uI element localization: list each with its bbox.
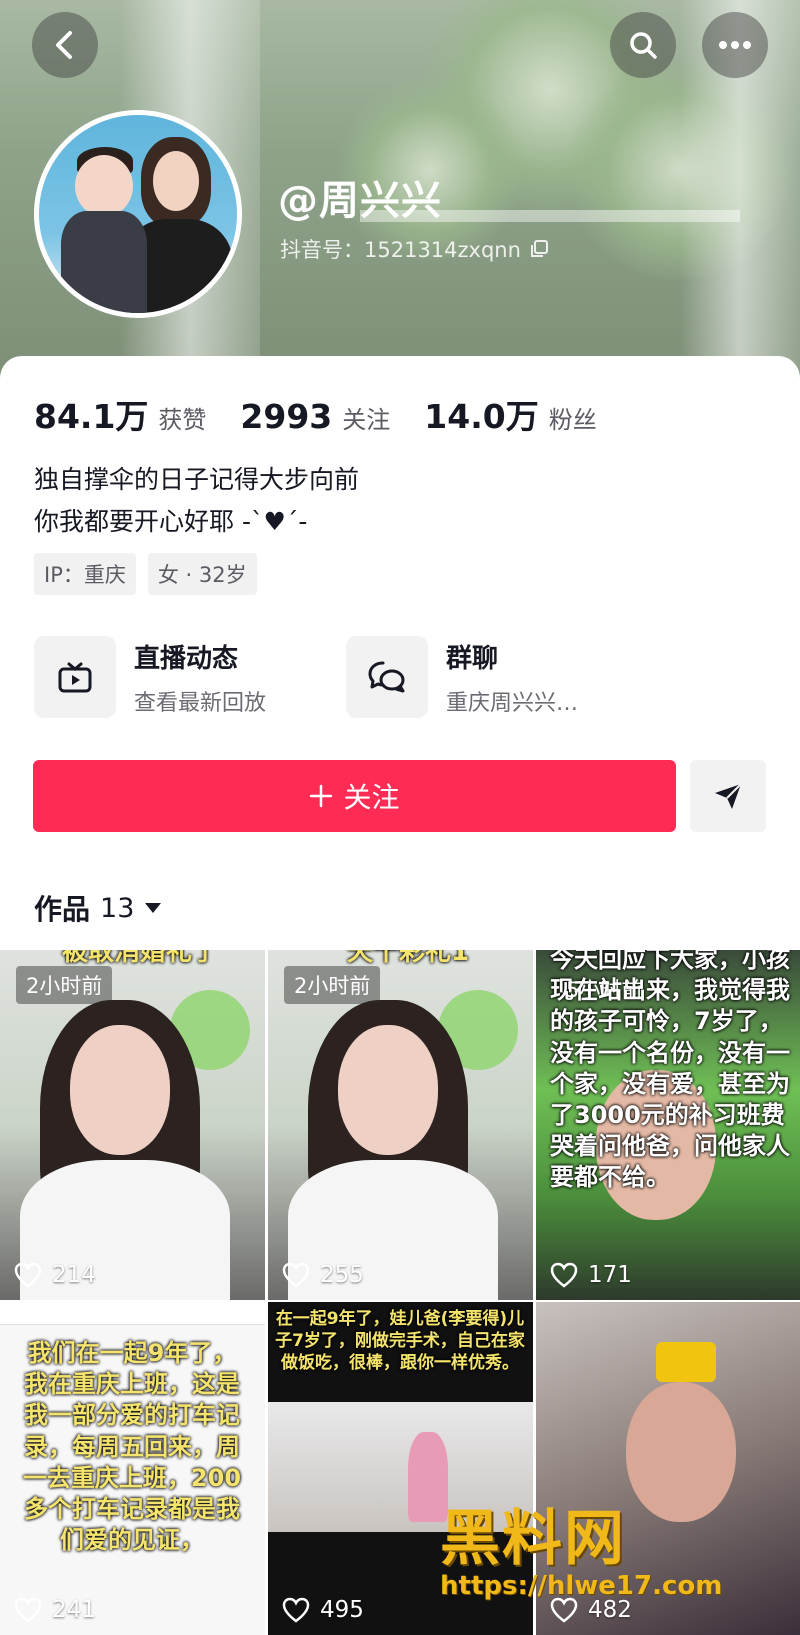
works-count: 13 bbox=[100, 892, 135, 924]
back-arrow-icon bbox=[56, 31, 72, 59]
watermark: 黑料网 https://hlwe17.com bbox=[440, 1490, 722, 1601]
video-likes: 495 bbox=[282, 1597, 364, 1623]
watermark-url: https://hlwe17.com bbox=[440, 1571, 723, 1601]
ip-tag: IP：重庆 bbox=[34, 553, 136, 595]
works-tab[interactable]: 作品 13 bbox=[34, 888, 162, 928]
video-likes: 241 bbox=[14, 1597, 96, 1623]
avatar[interactable] bbox=[34, 110, 242, 318]
triangle-down-icon bbox=[145, 903, 162, 913]
group-title: 群聊 bbox=[446, 643, 499, 674]
like-count: 171 bbox=[588, 1262, 632, 1288]
search-button[interactable] bbox=[610, 12, 676, 78]
send-icon bbox=[715, 783, 742, 809]
douyin-id: 抖音号：1521314zxqnn bbox=[280, 234, 549, 264]
video-likes: 171 bbox=[550, 1262, 632, 1288]
plus-icon bbox=[310, 784, 333, 808]
follow-label: 关注 bbox=[343, 781, 400, 814]
video-tile[interactable]: 被取消婚礼了 2小时前 214 bbox=[0, 950, 265, 1300]
more-button[interactable] bbox=[702, 12, 768, 78]
live-subtitle: 查看最新回放 bbox=[134, 690, 267, 716]
like-count: 214 bbox=[52, 1262, 96, 1288]
heart-icon bbox=[282, 1262, 310, 1288]
following-count[interactable]: 2993 bbox=[240, 397, 332, 436]
video-likes: 255 bbox=[282, 1262, 364, 1288]
like-count: 255 bbox=[320, 1262, 364, 1288]
works-label: 作品 bbox=[34, 893, 91, 926]
heart-icon bbox=[14, 1597, 42, 1623]
gender-age-tag: 女 · 32岁 bbox=[147, 553, 257, 595]
stats-row: 84.1万 获赞 2993 关注 14.0万 粉丝 bbox=[34, 390, 631, 438]
tv-icon bbox=[34, 636, 116, 718]
followers-count[interactable]: 14.0万 bbox=[424, 390, 538, 438]
video-caption: 在一起9年了，娃儿爸(李要得)儿子7岁了，刚做完手术，自己在家做饭吃，很棒，跟你… bbox=[275, 1309, 525, 1374]
live-title: 直播动态 bbox=[134, 643, 239, 674]
douyin-id-text: 抖音号：1521314zxqnn bbox=[280, 238, 521, 262]
video-tile[interactable]: 今天回应下大家，小孩现在站出来，我觉得我的孩子可怜，7岁了，没有一个名份，没有一… bbox=[536, 950, 800, 1300]
message-button[interactable] bbox=[690, 760, 766, 832]
heart-icon bbox=[550, 1262, 578, 1288]
profile-tags: IP：重庆 女 · 32岁 bbox=[34, 553, 257, 595]
likes-label: 获赞 bbox=[158, 406, 207, 434]
video-tile[interactable]: 天十彩礼1 2小时前 255 bbox=[268, 950, 533, 1300]
live-activity-entry[interactable]: 直播动态 查看最新回放 bbox=[34, 636, 266, 718]
video-time: 2小时前 bbox=[16, 966, 113, 1004]
watermark-logo: 黑料网 bbox=[440, 1504, 626, 1574]
group-subtitle: 重庆周兴兴… bbox=[446, 690, 579, 716]
video-likes: 214 bbox=[14, 1262, 96, 1288]
video-time: 5小时前 bbox=[566, 978, 643, 1002]
like-count: 241 bbox=[52, 1597, 96, 1623]
bio-line-2: 你我都要开心好耶 -`♥´- bbox=[34, 507, 308, 536]
search-icon bbox=[630, 32, 657, 59]
like-count: 495 bbox=[320, 1597, 364, 1623]
group-chat-entry[interactable]: 群聊 重庆周兴兴… bbox=[346, 636, 578, 718]
more-dots-icon bbox=[719, 41, 751, 49]
bio-line-1: 独自撑伞的日子记得大步向前 bbox=[34, 465, 360, 494]
video-caption: 我们在一起9年了，我在重庆上班，这是我一部分爱的打车记录，每周五回来，周一去重庆… bbox=[22, 1339, 242, 1555]
follow-button[interactable]: 关注 bbox=[33, 760, 676, 832]
following-label[interactable]: 关注 bbox=[342, 400, 390, 435]
video-tile[interactable]: 我们在一起9年了，我在重庆上班，这是我一部分爱的打车记录，每周五回来，周一去重庆… bbox=[0, 1302, 265, 1635]
username: @周兴兴 bbox=[278, 178, 442, 224]
video-time: 2小时前 bbox=[284, 966, 381, 1004]
followers-label[interactable]: 粉丝 bbox=[549, 400, 597, 435]
heart-icon bbox=[14, 1262, 42, 1288]
heart-icon bbox=[282, 1597, 310, 1623]
likes-count: 84.1万 bbox=[34, 397, 149, 436]
back-button[interactable] bbox=[32, 12, 98, 78]
copy-icon[interactable] bbox=[529, 239, 549, 259]
chat-bubbles-icon bbox=[346, 636, 428, 718]
